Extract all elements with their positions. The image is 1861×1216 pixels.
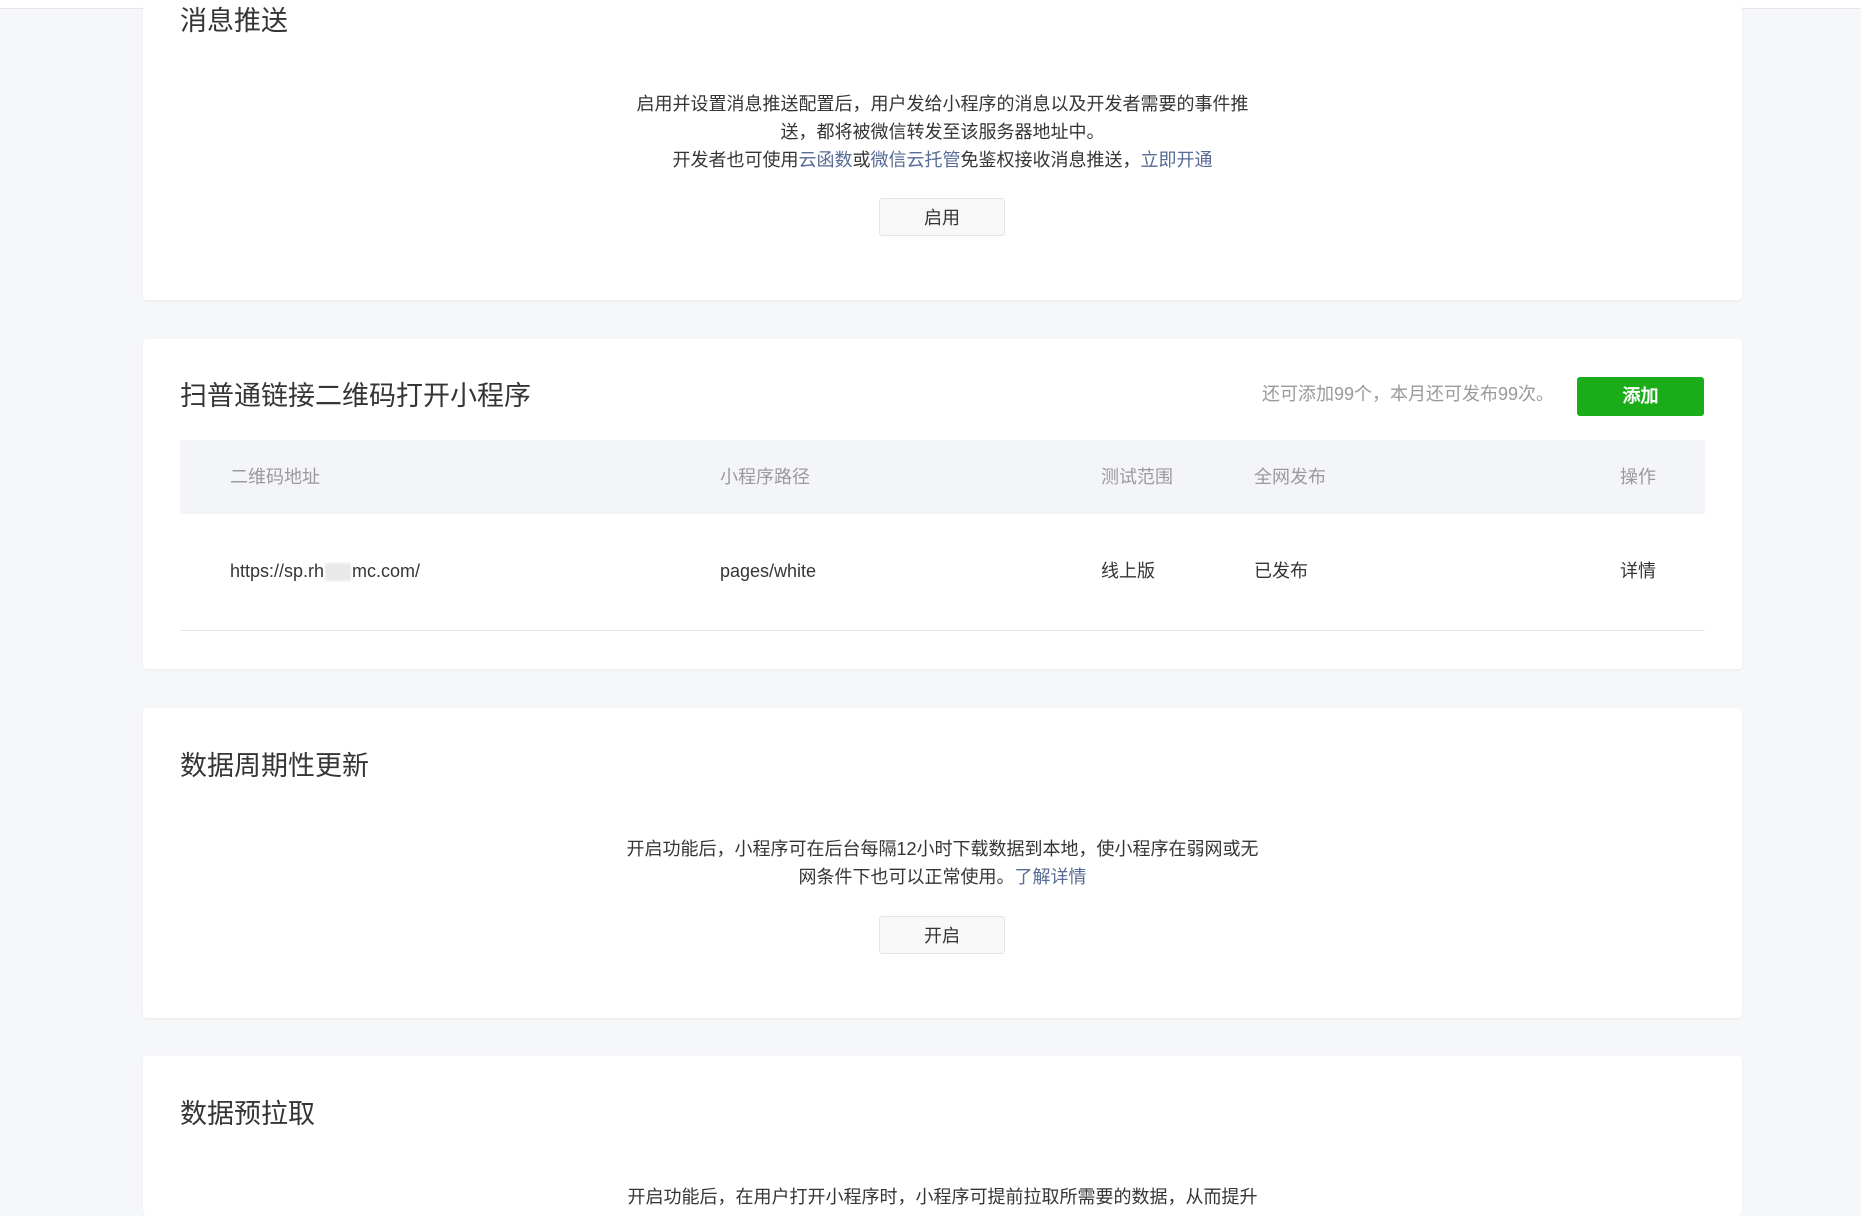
column-header-publish: 全网发布: [1254, 467, 1326, 487]
message-push-desc-line3: 开发者也可使用云函数或微信云托管免鉴权接收消息推送，立即开通: [143, 146, 1742, 174]
add-qr-rule-button[interactable]: 添加: [1577, 377, 1704, 416]
periodic-update-description: 开启功能后，小程序可在后台每隔12小时下载数据到本地，使小程序在弱网或无 网条件…: [143, 835, 1742, 891]
qr-rules-table: 二维码地址 小程序路径 测试范围 全网发布 操作 https://sp.rh mc…: [180, 440, 1705, 631]
data-prefetch-description: 开启功能后，在用户打开小程序时，小程序可提前拉取所需要的数据，从而提升: [143, 1183, 1742, 1211]
message-push-card: 消息推送 启用并设置消息推送配置后，用户发给小程序的消息以及开发者需要的事件推 …: [143, 0, 1742, 300]
table-row: https://sp.rh mc.com/ pages/white 线上版 已发布…: [180, 514, 1705, 631]
data-prefetch-title: 数据预拉取: [180, 1099, 315, 1129]
details-link[interactable]: 详情: [1620, 559, 1656, 583]
periodic-update-desc-line2: 网条件下也可以正常使用。了解详情: [143, 863, 1742, 891]
qr-code-open-title: 扫普通链接二维码打开小程序: [180, 381, 531, 411]
column-header-action: 操作: [1620, 467, 1656, 487]
learn-more-link[interactable]: 了解详情: [1015, 867, 1087, 887]
desc-or: 或: [852, 150, 871, 170]
message-push-desc-line1: 启用并设置消息推送配置后，用户发给小程序的消息以及开发者需要的事件推: [636, 94, 1249, 114]
table-header: 二维码地址 小程序路径 测试范围 全网发布 操作: [180, 440, 1705, 514]
data-prefetch-desc-line1: 开启功能后，在用户打开小程序时，小程序可提前拉取所需要的数据，从而提升: [627, 1187, 1258, 1207]
desc-suffix: 免鉴权接收消息推送，: [960, 150, 1141, 170]
qr-url-cell: https://sp.rh mc.com/: [230, 559, 420, 583]
redaction-mask: [325, 563, 352, 582]
data-prefetch-card: 数据预拉取 开启功能后，在用户打开小程序时，小程序可提前拉取所需要的数据，从而提…: [143, 1056, 1742, 1216]
test-scope-cell: 线上版: [1101, 561, 1155, 581]
column-header-test-scope: 测试范围: [1101, 467, 1173, 487]
periodic-update-card: 数据周期性更新 开启功能后，小程序可在后台每隔12小时下载数据到本地，使小程序在…: [143, 708, 1742, 1018]
cloud-function-link[interactable]: 云函数: [799, 150, 853, 170]
qr-url-suffix: mc.com/: [352, 561, 421, 581]
qr-code-open-card: 扫普通链接二维码打开小程序 还可添加99个，本月还可发布99次。 添加 二维码地…: [143, 339, 1742, 669]
column-header-path: 小程序路径: [720, 467, 810, 487]
desc-prefix: 开发者也可使用: [672, 150, 799, 170]
message-push-desc-line2: 送，都将被微信转发至该服务器地址中。: [780, 122, 1105, 142]
qr-url-prefix: https://sp.rh: [230, 561, 325, 581]
path-cell: pages/white: [720, 561, 817, 581]
message-push-title: 消息推送: [180, 6, 288, 36]
desc-line2-text: 网条件下也可以正常使用。: [798, 867, 1015, 887]
publish-status-cell: 已发布: [1254, 561, 1308, 581]
cloud-hosting-link[interactable]: 微信云托管: [871, 150, 961, 170]
quota-text: 还可添加99个，本月还可发布99次。: [1261, 384, 1554, 404]
periodic-update-desc-line1: 开启功能后，小程序可在后台每隔12小时下载数据到本地，使小程序在弱网或无: [626, 839, 1259, 859]
enable-periodic-update-button[interactable]: 开启: [879, 916, 1005, 954]
periodic-update-title: 数据周期性更新: [180, 751, 369, 781]
message-push-description: 启用并设置消息推送配置后，用户发给小程序的消息以及开发者需要的事件推 送，都将被…: [143, 90, 1742, 174]
enable-message-push-button[interactable]: 启用: [879, 198, 1005, 236]
enable-now-link[interactable]: 立即开通: [1141, 150, 1213, 170]
column-header-qr-url: 二维码地址: [230, 467, 320, 487]
